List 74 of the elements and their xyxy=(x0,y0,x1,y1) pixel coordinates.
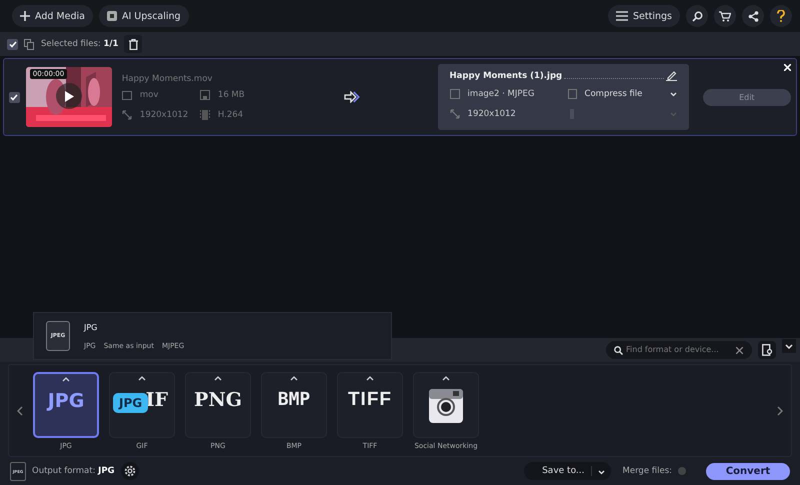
close-icon[interactable] xyxy=(784,64,791,71)
caret-up-icon xyxy=(366,376,374,380)
output-file-name: Happy Moments (1).jpg xyxy=(450,70,562,80)
film-icon xyxy=(200,110,210,120)
format-logo: BMP xyxy=(278,388,310,410)
trash-icon xyxy=(128,38,138,50)
chevron-down-icon xyxy=(785,344,793,348)
format-tile[interactable] xyxy=(413,372,479,438)
plus-icon xyxy=(20,11,30,21)
play-button[interactable] xyxy=(56,83,82,109)
file-format-icon xyxy=(122,90,132,100)
share-icon xyxy=(748,10,758,22)
file-format: mov xyxy=(140,90,158,100)
chevron-down-icon xyxy=(670,92,677,96)
search-icon xyxy=(692,10,702,22)
image-icon xyxy=(450,89,460,99)
format-logo: TIFF xyxy=(348,388,392,410)
device-button[interactable] xyxy=(758,340,776,359)
chip-icon xyxy=(106,11,117,21)
selected-files-label: Selected files: 1/1 xyxy=(41,39,118,49)
caret-up-icon xyxy=(214,376,222,380)
search-button[interactable] xyxy=(686,5,708,27)
output-format-label: Output format: JPG xyxy=(32,466,115,476)
format-tile[interactable]: PNG xyxy=(185,372,251,438)
settings-icon xyxy=(616,11,628,21)
share-button[interactable] xyxy=(742,5,764,27)
file-resolution: 1920x1012 xyxy=(140,110,188,120)
toolbar-button[interactable]: Add Media xyxy=(12,5,93,27)
help-button[interactable] xyxy=(770,5,792,27)
document-icon xyxy=(568,89,577,99)
toolbar-button[interactable]: AI Upscaling xyxy=(98,5,189,27)
convert-arrow-icon xyxy=(344,91,360,103)
clear-icon[interactable] xyxy=(736,346,743,354)
search-field[interactable]: Find format or device... xyxy=(606,340,752,359)
chevron-down-icon xyxy=(598,470,605,475)
merge-files-label: Merge files: xyxy=(622,466,672,476)
settings-button[interactable]: Settings xyxy=(608,5,680,27)
device-icon xyxy=(762,344,772,356)
collapse-button[interactable] xyxy=(782,339,796,353)
settings-icon xyxy=(124,465,136,478)
delete-button[interactable] xyxy=(124,35,142,53)
resize-icon xyxy=(122,110,132,120)
select-all-checkbox[interactable] xyxy=(7,38,18,50)
merge-toggle[interactable] xyxy=(678,467,686,476)
search-icon xyxy=(614,346,623,355)
format-tile[interactable]: JPG xyxy=(33,372,99,438)
output-resolution: 1920x1012 xyxy=(468,109,516,119)
compression-dropdown[interactable]: Compress file xyxy=(568,87,677,101)
resize-icon xyxy=(450,109,460,119)
cart-icon xyxy=(719,10,731,22)
cart-button[interactable] xyxy=(714,5,736,27)
file-checkbox[interactable] xyxy=(9,92,20,102)
output-codec: image2 · MJPEG xyxy=(468,89,534,99)
format-tile[interactable]: BMP xyxy=(261,372,327,438)
format-tile[interactable]: TIFF xyxy=(337,372,403,438)
caret-up-icon xyxy=(62,376,70,382)
chevron-left-icon[interactable] xyxy=(17,406,23,416)
file-size: 16 MB xyxy=(218,90,245,100)
format-logo: JPG xyxy=(48,390,84,412)
files-icon xyxy=(24,38,35,50)
camera-icon xyxy=(429,388,463,422)
chevron-right-icon[interactable] xyxy=(777,406,783,416)
format-logo: PNG xyxy=(194,388,242,410)
file-codec: H.264 xyxy=(218,110,244,120)
caret-up-icon xyxy=(442,376,450,380)
help-icon xyxy=(777,10,785,22)
settings-button[interactable] xyxy=(120,462,139,480)
caret-up-icon xyxy=(138,376,146,380)
chevron-down-icon xyxy=(670,112,677,116)
file-name: Happy Moments.mov xyxy=(122,74,214,84)
preset-title: JPG xyxy=(84,322,98,332)
convert-button[interactable]: Convert xyxy=(706,462,790,480)
caret-up-icon xyxy=(290,376,298,380)
pencil-icon[interactable] xyxy=(666,70,677,81)
